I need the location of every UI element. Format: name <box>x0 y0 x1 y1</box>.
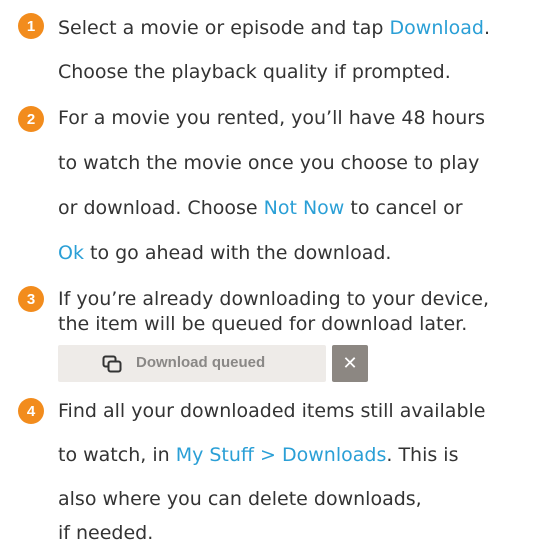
step-text-line: For a movie you rented, you’ll have 48 h… <box>58 107 485 129</box>
download-queued-status: Download queued <box>58 345 326 382</box>
step-number-badge: 4 <box>18 398 44 424</box>
step-text-line: Choose the playback quality if prompted. <box>58 61 451 83</box>
download-queued-bar: Download queued ✕ <box>58 345 368 382</box>
download-link[interactable]: Download <box>390 17 484 39</box>
step-text-line: Find all your downloaded items still ava… <box>58 400 486 422</box>
step-text-line: also where you can delete downloads, <box>58 488 422 510</box>
step-text-line: if needed. <box>58 522 154 544</box>
step-text-line: the item will be queued for download lat… <box>58 313 468 335</box>
not-now-link[interactable]: Not Now <box>264 197 345 219</box>
my-stuff-downloads-link[interactable]: My Stuff > Downloads <box>176 444 387 466</box>
close-icon: ✕ <box>342 353 358 374</box>
step-text-line: to watch the movie once you choose to pl… <box>58 152 480 174</box>
step-text-line: or download. Choose Not Now to cancel or <box>58 196 463 220</box>
step-number-badge: 3 <box>18 286 44 312</box>
copy-queue-icon <box>102 355 122 373</box>
step-text-line: If you’re already downloading to your de… <box>58 288 490 310</box>
step-text: Select a movie or episode and tap <box>58 17 390 39</box>
close-button[interactable]: ✕ <box>332 345 368 382</box>
step-text: . <box>483 17 491 39</box>
step-text: to cancel or <box>344 197 463 219</box>
step-text-line: Ok to go ahead with the download. <box>58 241 391 265</box>
download-queued-label: Download queued <box>136 354 266 371</box>
step-text: to watch, in <box>58 444 176 466</box>
step-text: or download. Choose <box>58 197 264 219</box>
step-text: to go ahead with the download. <box>83 242 392 264</box>
step-number-badge: 2 <box>18 106 44 132</box>
ok-link[interactable]: Ok <box>58 242 84 264</box>
step-text: . This is <box>386 444 459 466</box>
step-text-line: to watch, in My Stuff > Downloads. This … <box>58 443 458 467</box>
step-number-badge: 1 <box>18 13 44 39</box>
step-text-line: Select a movie or episode and tap Downlo… <box>58 16 490 40</box>
